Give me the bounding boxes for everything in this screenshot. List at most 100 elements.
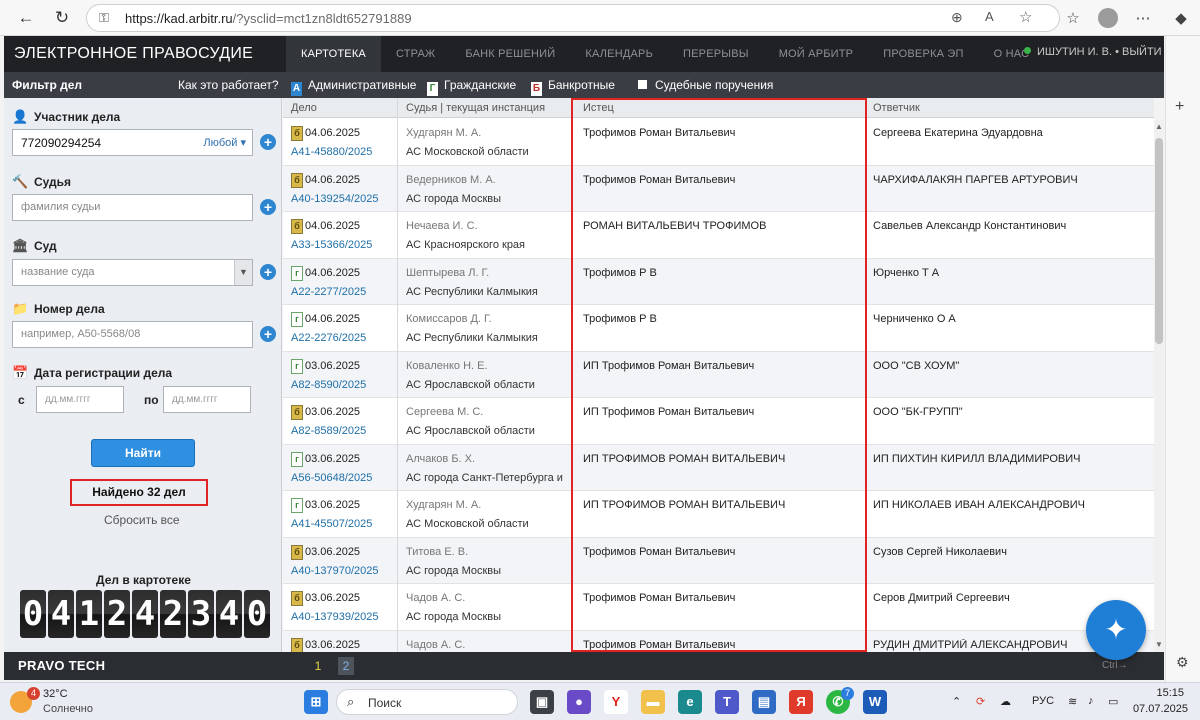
windows-start-icon[interactable]: ⊞ bbox=[304, 690, 328, 714]
nav-kartoteka[interactable]: КАРТОТЕКА bbox=[286, 36, 381, 72]
date-from-label: с bbox=[18, 393, 25, 407]
wifi-icon[interactable]: ≋ bbox=[1068, 695, 1077, 708]
user-name[interactable]: ИШУТИН И. В. bbox=[1037, 46, 1112, 58]
cloud-off-icon[interactable]: ☁ bbox=[1000, 695, 1011, 708]
case-date: 03.06.2025 bbox=[305, 638, 361, 651]
type-admin-filter[interactable]: А Административные bbox=[291, 78, 416, 96]
read-aloud-icon[interactable]: A bbox=[985, 9, 994, 24]
add-court-button[interactable]: + bbox=[260, 264, 276, 280]
case-number-link[interactable]: А40-139254/2025 bbox=[291, 193, 378, 205]
court-building-icon: 🏛 bbox=[12, 238, 29, 253]
case-number-link[interactable]: А33-15366/2025 bbox=[291, 239, 372, 251]
more-menu-icon[interactable]: ⋯ bbox=[1132, 7, 1154, 29]
nav-breaks[interactable]: ПЕРЕРЫВЫ bbox=[668, 36, 764, 72]
case-number-link[interactable]: А41-45880/2025 bbox=[291, 146, 372, 158]
refresh-icon[interactable]: ↻ bbox=[50, 6, 74, 30]
participant-input[interactable]: 772090294254 Любой ▾ bbox=[12, 129, 253, 156]
casenum-input[interactable]: например, А50-5568/08 bbox=[12, 321, 253, 348]
case-number-link[interactable]: А40-137970/2025 bbox=[291, 565, 378, 577]
sync-icon[interactable]: ⟳ bbox=[976, 695, 985, 708]
case-number-link[interactable]: А22-2276/2025 bbox=[291, 332, 366, 344]
court-orders-checkbox[interactable] bbox=[638, 80, 647, 89]
pravotech-logo[interactable]: PRAVO TECH bbox=[18, 658, 105, 673]
tray-chevron-up-icon[interactable]: ⌃ bbox=[952, 695, 961, 708]
favorites-icon[interactable]: ☆ bbox=[1062, 7, 1084, 29]
page-2[interactable]: 2 bbox=[338, 657, 354, 675]
profile-avatar-icon[interactable] bbox=[1098, 8, 1118, 28]
case-type-icon: б bbox=[291, 591, 303, 606]
nav-strazh[interactable]: СТРАЖ bbox=[381, 36, 450, 72]
nav-check-ep[interactable]: ПРОВЕРКА ЭП bbox=[868, 36, 978, 72]
col-header-judge[interactable]: Судья | текущая инстанция bbox=[406, 102, 545, 114]
case-number-link[interactable]: А41-45507/2025 bbox=[291, 518, 372, 530]
case-number-link[interactable]: А22-2277/2025 bbox=[291, 286, 366, 298]
case-number-link[interactable]: А56-50648/2025 bbox=[291, 472, 372, 484]
main-nav: КАРТОТЕКА СТРАЖ БАНК РЕШЕНИЙ КАЛЕНДАРЬ П… bbox=[286, 36, 1044, 72]
nav-my-arbitr[interactable]: МОЙ АРБИТР bbox=[764, 36, 869, 72]
court-name: АС Красноярского края bbox=[406, 239, 526, 251]
back-arrow-icon[interactable]: ← bbox=[14, 6, 38, 30]
battery-icon[interactable]: ▭ bbox=[1108, 695, 1118, 708]
find-button[interactable]: Найти bbox=[91, 439, 195, 467]
case-date: 04.06.2025 bbox=[305, 127, 361, 139]
logout-link[interactable]: ВЫЙТИ bbox=[1122, 46, 1162, 58]
court-select[interactable]: название суда ▼ bbox=[12, 259, 253, 286]
settings-gear-icon[interactable]: ⚙ bbox=[1176, 654, 1189, 671]
site-logo[interactable]: ЭЛЕКТРОННОЕ ПРАВОСУДИЕ bbox=[14, 45, 253, 63]
counter-digit: 4 bbox=[216, 590, 242, 638]
case-type-icon: б bbox=[291, 219, 303, 234]
yandex-icon[interactable]: Я bbox=[789, 690, 813, 714]
copilot-icon[interactable]: ◆ bbox=[1170, 7, 1192, 29]
case-type-icon: б bbox=[291, 544, 303, 560]
weather-text[interactable]: Солнечно bbox=[43, 703, 93, 715]
col-header-defendant[interactable]: Ответчик bbox=[873, 102, 920, 114]
word-icon[interactable]: W bbox=[863, 690, 887, 714]
clock-date[interactable]: 07.07.2025 bbox=[1130, 703, 1188, 715]
weather-temp[interactable]: 32°C bbox=[43, 688, 68, 700]
volume-icon[interactable]: ♪ bbox=[1088, 695, 1094, 707]
howto-link[interactable]: Как это работает? bbox=[178, 78, 279, 92]
add-sidebar-icon[interactable]: + bbox=[1175, 98, 1184, 116]
address-bar[interactable]: ⚿ https://kad.arbitr.ru/?ysclid=mct1zn8l… bbox=[86, 4, 1060, 32]
teams-icon[interactable]: T bbox=[715, 690, 739, 714]
favorite-star-icon[interactable]: ☆ bbox=[1019, 8, 1032, 26]
add-judge-button[interactable]: + bbox=[260, 199, 276, 215]
case-number-link[interactable]: А82-8590/2025 bbox=[291, 379, 366, 391]
col-header-case[interactable]: Дело bbox=[291, 102, 317, 114]
case-type-icon: г bbox=[291, 451, 303, 467]
add-casenum-button[interactable]: + bbox=[260, 326, 276, 342]
case-date: 03.06.2025 bbox=[305, 545, 361, 558]
judge-input[interactable]: фамилия судьи bbox=[12, 194, 253, 221]
page-1[interactable]: 1 bbox=[310, 657, 326, 675]
eagle-emblem-icon[interactable]: ✦ bbox=[1086, 600, 1146, 660]
file-explorer-icon[interactable]: ▬ bbox=[641, 690, 665, 714]
chat-app-icon[interactable]: ● bbox=[567, 690, 591, 714]
case-date: 03.06.2025 bbox=[305, 452, 361, 465]
reset-all-link[interactable]: Сбросить все bbox=[104, 513, 180, 527]
date-from-input[interactable]: дд.мм.гггг bbox=[36, 386, 124, 413]
task-view-icon[interactable]: ▣ bbox=[530, 690, 554, 714]
clock-time[interactable]: 15:15 bbox=[1134, 687, 1184, 699]
type-bankrupt-filter[interactable]: Б Банкротные bbox=[531, 78, 615, 96]
taskbar-search[interactable]: ⌕ Поиск bbox=[336, 689, 518, 715]
court-name: АС города Москвы bbox=[406, 192, 502, 205]
type-civil-filter[interactable]: Г Гражданские bbox=[427, 78, 516, 96]
scrollbar-thumb[interactable] bbox=[1155, 138, 1163, 344]
zoom-icon[interactable]: ⊕ bbox=[951, 9, 963, 26]
store-icon[interactable]: ▤ bbox=[752, 690, 776, 714]
scroll-down-arrow-icon[interactable]: ▼ bbox=[1155, 640, 1163, 649]
yandex-browser-icon[interactable]: Y bbox=[604, 690, 628, 714]
edge-browser-icon[interactable]: e bbox=[678, 690, 702, 714]
date-to-input[interactable]: дд.мм.гггг bbox=[163, 386, 251, 413]
add-participant-button[interactable]: + bbox=[260, 134, 276, 150]
case-number-link[interactable]: А82-8589/2025 bbox=[291, 425, 366, 437]
nav-calendar[interactable]: КАЛЕНДАРЬ bbox=[570, 36, 668, 72]
participant-mode-select[interactable]: Любой ▾ bbox=[203, 136, 246, 149]
case-number-link[interactable]: А40-137939/2025 bbox=[291, 611, 378, 623]
scroll-up-arrow-icon[interactable]: ▲ bbox=[1155, 122, 1163, 131]
chevron-down-icon[interactable]: ▼ bbox=[234, 260, 252, 285]
language-indicator[interactable]: РУС bbox=[1032, 695, 1054, 707]
court-orders-filter[interactable]: Судебные поручения bbox=[638, 78, 773, 92]
site-info-icon[interactable]: ⚿ bbox=[99, 10, 109, 26]
nav-bank-resheniy[interactable]: БАНК РЕШЕНИЙ bbox=[450, 36, 570, 72]
